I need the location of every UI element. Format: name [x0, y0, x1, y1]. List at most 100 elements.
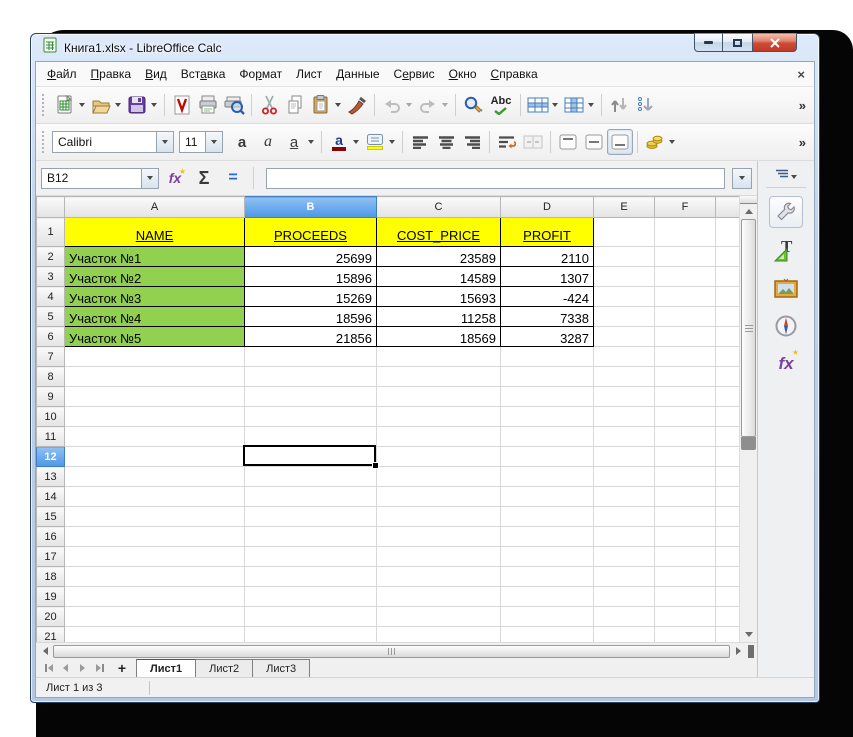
equals-button[interactable]: =: [220, 165, 246, 191]
cell-B8[interactable]: [244, 366, 377, 387]
cell-G6[interactable]: [715, 326, 740, 347]
cell-B2[interactable]: 25699: [244, 246, 377, 267]
cell-B7[interactable]: [244, 346, 377, 367]
font-color-dropdown-arrow[interactable]: [353, 140, 359, 144]
cell-B11[interactable]: [244, 426, 377, 447]
cell-B13[interactable]: [244, 466, 377, 487]
formula-bar-expand-button[interactable]: [732, 167, 752, 189]
first-sheet-button[interactable]: [40, 659, 57, 677]
row-header-18[interactable]: 18: [36, 566, 65, 587]
align-vcenter-button[interactable]: [581, 129, 607, 155]
cell-F3[interactable]: [654, 266, 716, 287]
row-header-4[interactable]: 4: [36, 286, 65, 307]
export-pdf-button[interactable]: [169, 92, 195, 118]
align-right-button[interactable]: [459, 129, 485, 155]
menu-item-8[interactable]: Сервис: [387, 63, 442, 85]
cell-G4[interactable]: [715, 286, 740, 307]
cell-F7[interactable]: [654, 346, 716, 367]
cell-D1[interactable]: PROFIT: [500, 217, 594, 247]
cell-A15[interactable]: [64, 506, 245, 527]
row-header-5[interactable]: 5: [36, 306, 65, 327]
cell-F20[interactable]: [654, 606, 716, 627]
add-sheet-button[interactable]: +: [112, 659, 132, 677]
horizontal-split-handle[interactable]: [748, 644, 754, 658]
font-size-dropdown[interactable]: [205, 132, 222, 152]
cell-C19[interactable]: [376, 586, 501, 607]
cell-D8[interactable]: [500, 366, 594, 387]
cell-D5[interactable]: 7338: [500, 306, 594, 327]
cell-F12[interactable]: [654, 446, 716, 467]
cell-F13[interactable]: [654, 466, 716, 487]
insert-column-button[interactable]: [561, 92, 587, 118]
row-header-10[interactable]: 10: [36, 406, 65, 427]
cell-F10[interactable]: [654, 406, 716, 427]
menu-item-2[interactable]: Правка: [84, 63, 139, 85]
cell-C9[interactable]: [376, 386, 501, 407]
cell-C21[interactable]: [376, 626, 501, 642]
title-bar[interactable]: Книга1.xlsx - LibreOffice Calc: [31, 33, 819, 61]
cell-A18[interactable]: [64, 566, 245, 587]
toolbar-grip[interactable]: [42, 131, 47, 153]
cell-G17[interactable]: [715, 546, 740, 567]
cell-B9[interactable]: [244, 386, 377, 407]
name-box-dropdown[interactable]: [141, 168, 158, 188]
cell-G7[interactable]: [715, 346, 740, 367]
row-header-13[interactable]: 13: [36, 466, 65, 487]
print-button[interactable]: [195, 92, 221, 118]
highlight-dropdown-arrow[interactable]: [389, 140, 395, 144]
cell-G21[interactable]: [715, 626, 740, 642]
spelling-button[interactable]: Abc: [486, 92, 516, 118]
cell-A12[interactable]: [64, 446, 245, 467]
cell-D9[interactable]: [500, 386, 594, 407]
cell-B12[interactable]: [244, 446, 377, 467]
row-header-15[interactable]: 15: [36, 506, 65, 527]
cell-E19[interactable]: [593, 586, 655, 607]
currency-dropdown-arrow[interactable]: [669, 140, 675, 144]
menu-item-6[interactable]: Лист: [289, 63, 329, 85]
cell-G11[interactable]: [715, 426, 740, 447]
open-button[interactable]: [88, 92, 114, 118]
cell-D4[interactable]: -424: [500, 286, 594, 307]
row-header-17[interactable]: 17: [36, 546, 65, 567]
row-header-6[interactable]: 6: [36, 326, 65, 347]
row-header-12[interactable]: 12: [36, 446, 65, 467]
cell-C4[interactable]: 15693: [376, 286, 501, 307]
cell-A6[interactable]: Участок №5: [64, 326, 245, 347]
formula-input[interactable]: [266, 167, 725, 189]
insert-row-button[interactable]: [525, 92, 551, 118]
cell-G1[interactable]: [715, 217, 740, 247]
align-bottom-button[interactable]: [607, 129, 633, 155]
cell-D10[interactable]: [500, 406, 594, 427]
merge-cells-button[interactable]: [520, 129, 546, 155]
toolbar-overflow-button[interactable]: »: [799, 135, 809, 150]
cell-D21[interactable]: [500, 626, 594, 642]
close-document-icon[interactable]: ×: [797, 67, 805, 82]
column-header-B[interactable]: B: [244, 196, 377, 218]
cell-C8[interactable]: [376, 366, 501, 387]
cell-E6[interactable]: [593, 326, 655, 347]
paste-button[interactable]: [308, 92, 334, 118]
paste-dropdown-arrow[interactable]: [335, 103, 341, 107]
cell-B21[interactable]: [244, 626, 377, 642]
cell-E16[interactable]: [593, 526, 655, 547]
copy-button[interactable]: [282, 92, 308, 118]
cell-F18[interactable]: [654, 566, 716, 587]
cell-F15[interactable]: [654, 506, 716, 527]
cell-A1[interactable]: NAME: [64, 217, 245, 247]
cell-D3[interactable]: 1307: [500, 266, 594, 287]
cell-F16[interactable]: [654, 526, 716, 547]
cell-D14[interactable]: [500, 486, 594, 507]
cell-E10[interactable]: [593, 406, 655, 427]
row-header-2[interactable]: 2: [36, 246, 65, 267]
maximize-button[interactable]: [723, 33, 752, 52]
close-button[interactable]: [752, 33, 797, 52]
cell-D12[interactable]: [500, 446, 594, 467]
cell-F4[interactable]: [654, 286, 716, 307]
cell-E8[interactable]: [593, 366, 655, 387]
cell-B18[interactable]: [244, 566, 377, 587]
menu-item-5[interactable]: Формат: [232, 63, 289, 85]
row-header-14[interactable]: 14: [36, 486, 65, 507]
select-all-corner[interactable]: [36, 196, 65, 218]
vertical-scrollbar[interactable]: [739, 196, 757, 642]
sidebar-functions-button[interactable]: fx ★: [769, 348, 803, 380]
